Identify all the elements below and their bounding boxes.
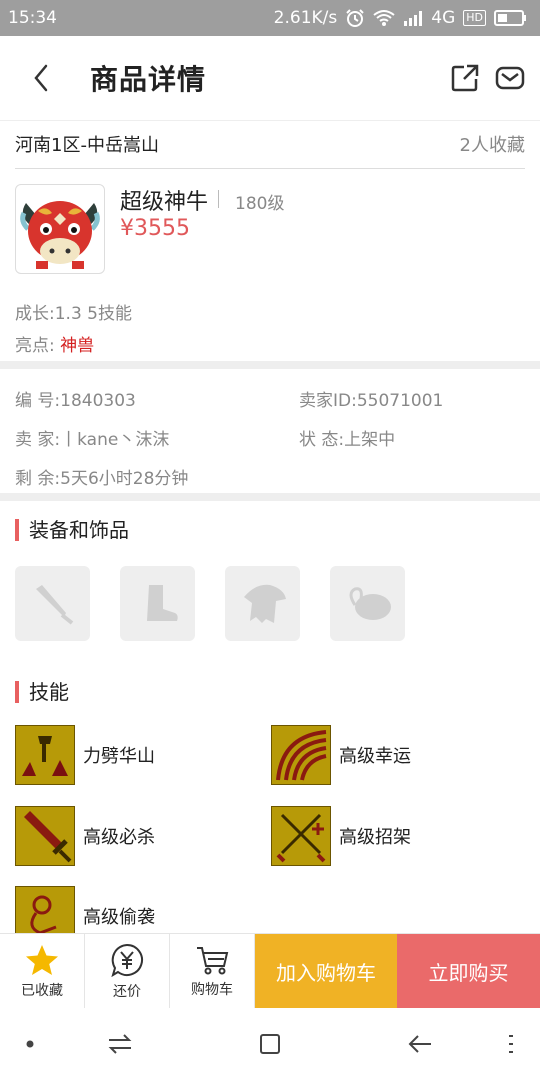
listing-id-label: 编 号: [15, 391, 61, 411]
pet-avatar[interactable] [15, 184, 105, 274]
dot-icon [26, 1040, 34, 1048]
hd-icon: HD [463, 10, 486, 26]
cart-icon [197, 946, 229, 974]
page-title: 商品详情 [90, 63, 207, 96]
battery-icon [494, 10, 528, 26]
equip-slot-armor[interactable] [225, 566, 300, 641]
skill-item[interactable]: 高级幸运 [271, 725, 411, 785]
listing-status: 状 态:上架中 [299, 425, 395, 450]
nav-home-button[interactable] [255, 1030, 285, 1058]
signal-icon [403, 10, 423, 26]
server-name: 河南1区-中岳嵩山 [15, 135, 159, 156]
skill-critical-icon [15, 806, 75, 866]
equipment-section-title: 装备和饰品 [15, 519, 129, 541]
pet-name: 超级神牛 [120, 190, 209, 215]
name-level-divider [218, 190, 219, 208]
bargain-label: 还价 [113, 983, 141, 1000]
status-value: 上架中 [344, 430, 396, 450]
square-icon [260, 1034, 280, 1054]
equip-slot-boots[interactable] [120, 566, 195, 641]
skill-luck-icon [271, 725, 331, 785]
seller-id-label: 卖家ID: [299, 391, 357, 411]
highlight-value: 神兽 [60, 336, 95, 356]
accessory-icon [349, 586, 391, 620]
network-type: 4G [431, 8, 456, 28]
section-divider [0, 361, 540, 369]
back-button[interactable] [26, 60, 56, 96]
skill-item[interactable]: 高级招架 [271, 806, 411, 866]
menu-icon [509, 1035, 513, 1053]
skill-name: 高级招架 [339, 827, 411, 848]
header: 商品详情 [0, 36, 540, 121]
share-button[interactable] [450, 63, 480, 93]
bottom-action-bar: 已收藏 还价 购物车 加入购物车 立即购买 [0, 933, 540, 1009]
remaining-value: 5天6小时28分钟 [60, 469, 189, 489]
buy-now-button[interactable]: 立即购买 [397, 934, 540, 1009]
seller-id-value: 55071001 [356, 391, 444, 411]
mail-icon [495, 66, 525, 90]
section-divider [0, 493, 540, 501]
skills-section-title: 技能 [15, 681, 69, 703]
seller-id: 卖家ID:55071001 [299, 386, 443, 411]
skill-cleave-icon [15, 725, 75, 785]
bargain-button[interactable]: 还价 [85, 934, 170, 1009]
skill-name: 高级偷袭 [83, 907, 155, 928]
equip-slot-weapon[interactable] [15, 566, 90, 641]
favorite-button[interactable]: 已收藏 [0, 934, 85, 1009]
status-indicators: 2.61K/s 4G HD [274, 8, 528, 28]
pet-price: ¥3555 [120, 216, 190, 241]
star-icon [26, 944, 58, 975]
skill-item[interactable]: 高级必杀 [15, 806, 155, 866]
boots-icon [146, 584, 178, 621]
nav-menu-button[interactable] [496, 1030, 526, 1058]
cart-label: 购物车 [191, 981, 233, 998]
seller-value: 丨kane丶沫沫 [60, 430, 170, 450]
favorite-label: 已收藏 [21, 982, 63, 999]
back-icon [34, 64, 48, 92]
nav-back-button[interactable] [405, 1030, 435, 1058]
seller: 卖 家:丨kane丶沫沫 [15, 425, 169, 450]
network-speed: 2.61K/s [273, 8, 338, 28]
time-remaining: 剩 余:5天6小时28分钟 [15, 464, 188, 489]
share-icon [451, 64, 479, 92]
back-arrow-icon [408, 1035, 431, 1053]
skill-name: 高级幸运 [339, 746, 411, 767]
highlight-label: 亮点: [15, 336, 55, 356]
alarm-icon [345, 8, 365, 28]
status-time: 15:34 [8, 8, 57, 28]
listing-id-value: 1840303 [60, 391, 136, 411]
nav-dot-button[interactable] [15, 1030, 45, 1058]
status-bar: 15:34 2.61K/s 4G HD [0, 0, 540, 36]
wifi-icon [373, 9, 395, 27]
pet-highlight: 亮点: 神兽 [15, 331, 94, 356]
pet-growth: 成长:1.3 5技能 [15, 304, 132, 324]
favorites-count: 2人收藏 [459, 135, 525, 156]
yen-bubble-icon [111, 943, 143, 977]
switch-arrows-icon [108, 1034, 132, 1054]
cart-button[interactable]: 购物车 [170, 934, 255, 1009]
add-to-cart-button[interactable]: 加入购物车 [255, 934, 397, 1009]
equip-slot-accessory[interactable] [330, 566, 405, 641]
listing-id: 编 号:1840303 [15, 386, 136, 411]
skill-name: 力劈华山 [83, 746, 155, 767]
message-button[interactable] [495, 64, 525, 92]
skill-parry-icon [271, 806, 331, 866]
skill-name: 高级必杀 [83, 827, 155, 848]
pet-level: 180级 [235, 194, 285, 214]
seller-label: 卖 家: [15, 430, 61, 450]
weapon-icon [35, 584, 73, 625]
armor-icon [243, 584, 286, 623]
bull-pet-icon [20, 201, 100, 269]
server-row: 河南1区-中岳嵩山 2人收藏 [15, 120, 525, 169]
system-nav-bar [0, 1008, 540, 1080]
remaining-label: 剩 余: [15, 469, 61, 489]
nav-switch-button[interactable] [105, 1030, 135, 1058]
skill-item[interactable]: 力劈华山 [15, 725, 155, 785]
status-label: 状 态: [299, 430, 345, 450]
